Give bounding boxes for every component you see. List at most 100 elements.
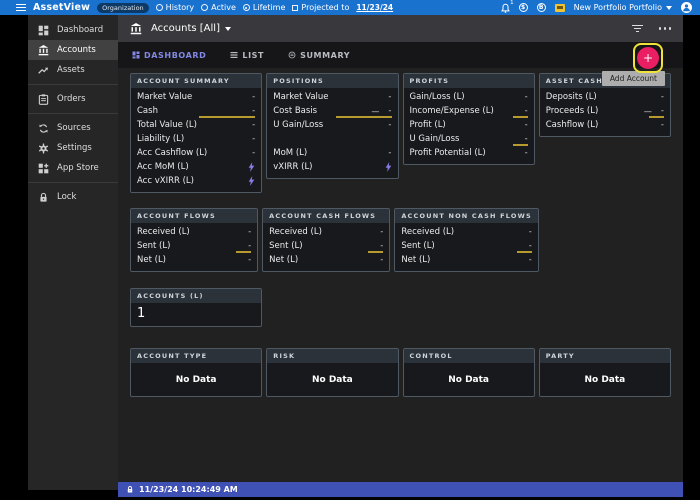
no-data-message: No Data [131, 363, 261, 396]
chevron-down-icon [666, 6, 672, 10]
sidebar-item-label: Lock [57, 192, 76, 202]
metric-row: MoM (L)- [273, 146, 391, 160]
accounts-count-card: ACCOUNTS (L) 1 [130, 288, 262, 327]
sidebar-item-sources[interactable]: Sources [28, 118, 118, 138]
control-card: CONTROL No Data [403, 348, 535, 397]
fab-highlight-ring: + [633, 43, 663, 73]
notification-count: 1 [510, 0, 514, 6]
tab-label: LIST [242, 51, 264, 60]
projected-to-toggle[interactable]: Projected to [292, 3, 349, 12]
metric-row: Received (L)- [401, 225, 532, 239]
metric-row: Received (L)- [137, 225, 251, 239]
account-summary-card: ACCOUNT SUMMARY Market Value- Cash- Tota… [130, 73, 262, 193]
mode-lifetime[interactable]: Lifetime [243, 3, 286, 12]
metric-row: Cost Basis—- [273, 104, 391, 118]
checkbox-icon[interactable] [292, 5, 298, 11]
card-title: PROFITS [404, 74, 534, 88]
organization-badge: Organization [97, 3, 149, 13]
metric-row: Acc Cashflow (L)- [137, 146, 255, 160]
add-account-button[interactable]: + [637, 47, 659, 69]
sidebar-separator [28, 113, 118, 114]
sources-icon [38, 123, 49, 134]
yellow-folder-icon[interactable] [555, 4, 565, 12]
more-options-icon[interactable] [659, 27, 672, 30]
metric-row: vXIRR (L) [273, 160, 391, 174]
header-actions [632, 25, 672, 33]
sidebar-item-lock[interactable]: Lock [28, 187, 118, 207]
radio-icon[interactable] [201, 4, 208, 11]
metric-row: Liability (L)- [137, 132, 255, 146]
tab-label: SUMMARY [300, 51, 350, 60]
sidebar-item-label: App Store [57, 163, 99, 173]
metric-row: Sent (L)- [401, 239, 532, 253]
page-title: Accounts [All] [151, 23, 220, 34]
lightning-icon [248, 162, 255, 172]
dashboard-icon [38, 25, 49, 36]
lock-icon [126, 485, 134, 494]
metric-row: U Gain/Loss- [410, 132, 528, 146]
sidebar-item-dashboard[interactable]: Dashboard [28, 20, 118, 40]
metric-row: Proceeds (L)—- [546, 104, 664, 118]
topbar-right-group: 1 $ B New Portfolio Portfolio [501, 2, 692, 13]
top-app-bar: AssetView Organization History Active Li… [0, 0, 700, 15]
metric-row: Profit (L)- [410, 118, 528, 132]
no-data-message: No Data [267, 363, 397, 396]
projected-date-link[interactable]: 11/23/24 [356, 3, 393, 12]
status-timestamp: 11/23/24 10:24:49 AM [139, 485, 238, 494]
user-avatar[interactable] [681, 2, 692, 13]
tab-list[interactable]: LIST [230, 51, 264, 60]
sidebar-item-accounts[interactable]: Accounts [28, 40, 118, 60]
dash-indicator: — [371, 107, 379, 116]
summary-icon [288, 51, 296, 59]
bank-icon [130, 23, 142, 35]
profits-card: PROFITS Gain/Loss (L)- Income/Expense (L… [403, 73, 535, 165]
sidebar-item-label: Dashboard [57, 25, 103, 35]
dollar-circle-icon[interactable]: $ [519, 3, 528, 12]
notifications-bell-icon[interactable]: 1 [501, 3, 510, 13]
metric-row: Total Value (L)- [137, 118, 255, 132]
metric-row: Market Value- [273, 90, 391, 104]
sidebar-item-settings[interactable]: Settings [28, 138, 118, 158]
metric-row: Deposits (L)- [546, 90, 664, 104]
sidebar-item-label: Settings [57, 143, 92, 153]
content-header: Accounts [All] [118, 15, 683, 42]
radio-icon[interactable] [156, 4, 163, 11]
dashboard-tab-icon [132, 51, 140, 59]
accounts-count-value: 1 [131, 303, 261, 326]
metric-row: Market Value- [137, 90, 255, 104]
tab-dashboard[interactable]: DASHBOARD [132, 51, 206, 60]
account-flows-card: ACCOUNT FLOWS Received (L)- Sent (L)- Ne… [130, 208, 258, 272]
tab-bar: DASHBOARD LIST SUMMARY [118, 42, 683, 68]
app-store-icon [38, 163, 49, 174]
card-row-2: ACCOUNT FLOWS Received (L)- Sent (L)- Ne… [130, 208, 671, 272]
mode-label: History [166, 3, 194, 12]
mode-history[interactable]: History [156, 3, 194, 12]
portfolio-selector[interactable]: New Portfolio Portfolio [574, 3, 672, 12]
sidebar-item-assets[interactable]: Assets [28, 60, 118, 80]
metric-row: Acc MoM (L) [137, 160, 255, 174]
sidebar: Dashboard Accounts Assets Orders Sources… [28, 15, 118, 490]
filter-icon[interactable] [632, 25, 643, 33]
radio-selected-icon[interactable] [243, 4, 250, 11]
sidebar-item-label: Sources [57, 123, 91, 133]
lightning-icon [385, 162, 392, 172]
b-circle-icon[interactable]: B [537, 3, 546, 12]
sidebar-item-app-store[interactable]: App Store [28, 158, 118, 178]
sidebar-separator [28, 182, 118, 183]
tab-summary[interactable]: SUMMARY [288, 51, 350, 60]
account-non-cash-flows-card: ACCOUNT NON CASH FLOWS Received (L)- Sen… [394, 208, 539, 272]
card-title: ACCOUNT SUMMARY [131, 74, 261, 88]
lock-icon [38, 192, 49, 203]
card-title: ACCOUNT FLOWS [131, 209, 257, 223]
metric-row: Cash- [137, 104, 255, 118]
sidebar-separator [28, 84, 118, 85]
tab-label: DASHBOARD [144, 51, 206, 60]
sidebar-item-orders[interactable]: Orders [28, 89, 118, 109]
card-row-3: ACCOUNTS (L) 1 [130, 288, 671, 327]
mode-active[interactable]: Active [201, 3, 236, 12]
entity-selector[interactable]: Accounts [All] [151, 23, 231, 34]
metric-row: Sent (L)- [269, 239, 383, 253]
menu-icon[interactable] [16, 4, 26, 12]
lightning-icon [248, 176, 255, 186]
risk-card: RISK No Data [266, 348, 398, 397]
